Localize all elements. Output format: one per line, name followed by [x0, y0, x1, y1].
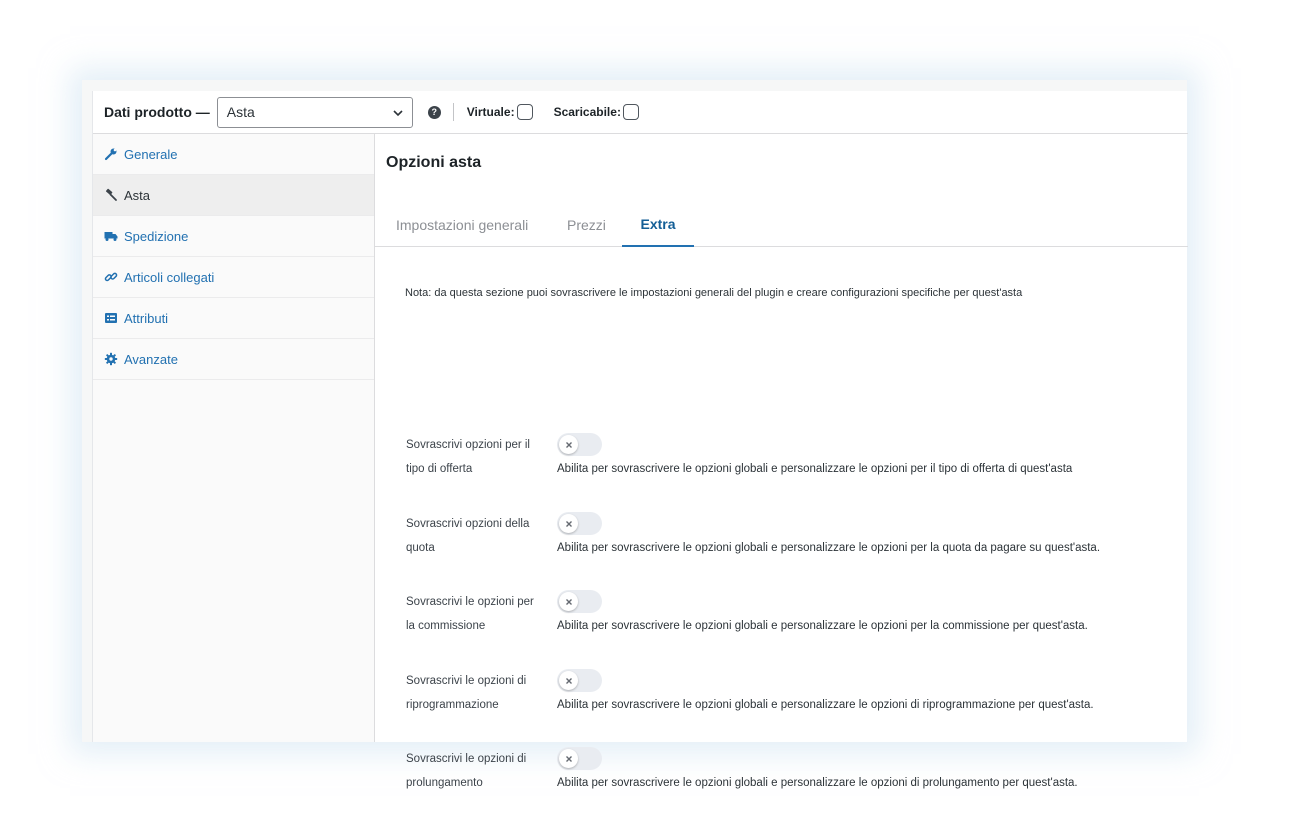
- option-label: Sovrascrivi le opzioni per la commission…: [406, 590, 546, 638]
- option-label-line: tipo di offerta: [406, 463, 473, 475]
- option-label-line: prolungamento: [406, 777, 483, 789]
- option-description: Abilita per sovrascrivere le opzioni glo…: [557, 699, 1094, 711]
- product-data-title: Dati prodotto —: [104, 104, 210, 120]
- override-offer-type-toggle[interactable]: [557, 433, 602, 456]
- chevron-down-icon: [393, 109, 403, 116]
- truck-icon: [104, 232, 118, 241]
- option-description: Abilita per sovrascrivere le opzioni glo…: [557, 777, 1078, 789]
- option-label: Sovrascrivi opzioni per il tipo di offer…: [406, 433, 546, 481]
- sidebar-item-avanzate[interactable]: Avanzate: [93, 339, 374, 380]
- wrench-icon: [104, 148, 117, 161]
- option-label: Sovrascrivi le opzioni di prolungamento: [406, 747, 546, 795]
- sidebar-item-asta[interactable]: Asta: [93, 175, 374, 216]
- product-data-header: Dati prodotto — Asta ? Virtuale: Scarica…: [93, 91, 1188, 134]
- link-icon: [104, 272, 118, 282]
- option-label: Sovrascrivi opzioni della quota: [406, 512, 546, 560]
- product-data-panel: Dati prodotto — Asta ? Virtuale: Scarica…: [92, 91, 1188, 789]
- toggle-knob: [559, 514, 578, 533]
- close-icon: [565, 520, 572, 527]
- override-commission-toggle[interactable]: [557, 590, 602, 613]
- override-rescheduling-toggle[interactable]: [557, 669, 602, 692]
- option-label-line: Sovrascrivi opzioni per il: [406, 439, 530, 451]
- gavel-icon: [105, 188, 117, 201]
- option-description: Abilita per sovrascrivere le opzioni glo…: [557, 463, 1073, 475]
- option-row-rescheduling: Sovrascrivi le opzioni di riprogrammazio…: [375, 669, 1188, 729]
- option-row-extension: Sovrascrivi le opzioni di prolungamento …: [375, 747, 1188, 807]
- option-row-commission: Sovrascrivi le opzioni per la commission…: [375, 590, 1188, 650]
- virtual-option[interactable]: Virtuale:: [467, 104, 533, 120]
- override-extension-toggle[interactable]: [557, 747, 602, 770]
- auction-options-panel: Opzioni asta Impostazioni generali Prezz…: [375, 134, 1188, 789]
- sidebar-item-label: Spedizione: [124, 228, 189, 244]
- header-divider: [452, 103, 454, 121]
- option-row-fee: Sovrascrivi opzioni della quota Abilita …: [375, 512, 1188, 572]
- close-icon: [565, 755, 572, 762]
- option-label-line: Sovrascrivi opzioni della: [406, 518, 530, 530]
- option-label-line: quota: [406, 542, 435, 554]
- option-description: Abilita per sovrascrivere le opzioni glo…: [557, 620, 1088, 632]
- sidebar-item-label: Articoli collegati: [124, 269, 215, 285]
- virtual-label: Virtuale:: [466, 105, 515, 119]
- close-icon: [565, 598, 572, 605]
- option-label-line: Sovrascrivi le opzioni di: [406, 675, 527, 687]
- sidebar-item-articoli-collegati[interactable]: Articoli collegati: [93, 257, 374, 298]
- options-tabs: Impostazioni generali Prezzi Extra: [375, 203, 1188, 247]
- sidebar-item-label: Avanzate: [124, 351, 178, 367]
- close-icon: [565, 441, 572, 448]
- close-icon: [565, 677, 572, 684]
- option-label-line: la commissione: [406, 620, 486, 632]
- tab-label: Impostazioni generali: [396, 217, 529, 233]
- option-label: Sovrascrivi le opzioni di riprogrammazio…: [406, 669, 546, 717]
- product-type-value: Asta: [226, 104, 255, 120]
- help-icon[interactable]: ?: [427, 105, 441, 119]
- option-label-line: riprogrammazione: [406, 699, 499, 711]
- sidebar-item-label: Attributi: [124, 310, 169, 326]
- sidebar-item-attributi[interactable]: Attributi: [93, 298, 374, 339]
- sidebar-item-generale[interactable]: Generale: [93, 134, 374, 175]
- toggle-knob: [559, 592, 578, 611]
- product-data-tabs: Generale Asta Spedizione Articoli colleg…: [93, 134, 375, 742]
- downloadable-option[interactable]: Scaricabile:: [554, 104, 639, 120]
- section-title: Opzioni asta: [386, 154, 482, 171]
- tab-label: Extra: [640, 216, 676, 232]
- tab-label: Prezzi: [567, 217, 606, 233]
- tab-extra[interactable]: Extra: [622, 203, 694, 247]
- gear-icon: [104, 352, 118, 366]
- option-row-offer-type: Sovrascrivi opzioni per il tipo di offer…: [375, 433, 1188, 493]
- list-icon: [105, 313, 117, 323]
- downloadable-label: Scaricabile:: [553, 105, 621, 119]
- virtual-checkbox[interactable]: [516, 104, 533, 120]
- option-label-line: Sovrascrivi le opzioni di: [406, 753, 527, 765]
- tab-prezzi[interactable]: Prezzi: [567, 203, 606, 247]
- sidebar-item-label: Generale: [124, 146, 178, 162]
- tab-impostazioni-generali[interactable]: Impostazioni generali: [396, 203, 528, 247]
- sidebar-item-label: Asta: [124, 187, 151, 203]
- downloadable-checkbox[interactable]: [622, 104, 639, 120]
- sidebar-item-spedizione[interactable]: Spedizione: [93, 216, 374, 257]
- toggle-knob: [559, 749, 578, 768]
- option-label-line: Sovrascrivi le opzioni per: [406, 596, 534, 608]
- product-type-select[interactable]: Asta: [216, 96, 413, 128]
- toggle-knob: [559, 435, 578, 454]
- option-description: Abilita per sovrascrivere le opzioni glo…: [557, 542, 1101, 554]
- toggle-knob: [559, 671, 578, 690]
- override-fee-toggle[interactable]: [557, 512, 602, 535]
- section-note: Nota: da questa sezione puoi sovrascrive…: [405, 287, 1023, 299]
